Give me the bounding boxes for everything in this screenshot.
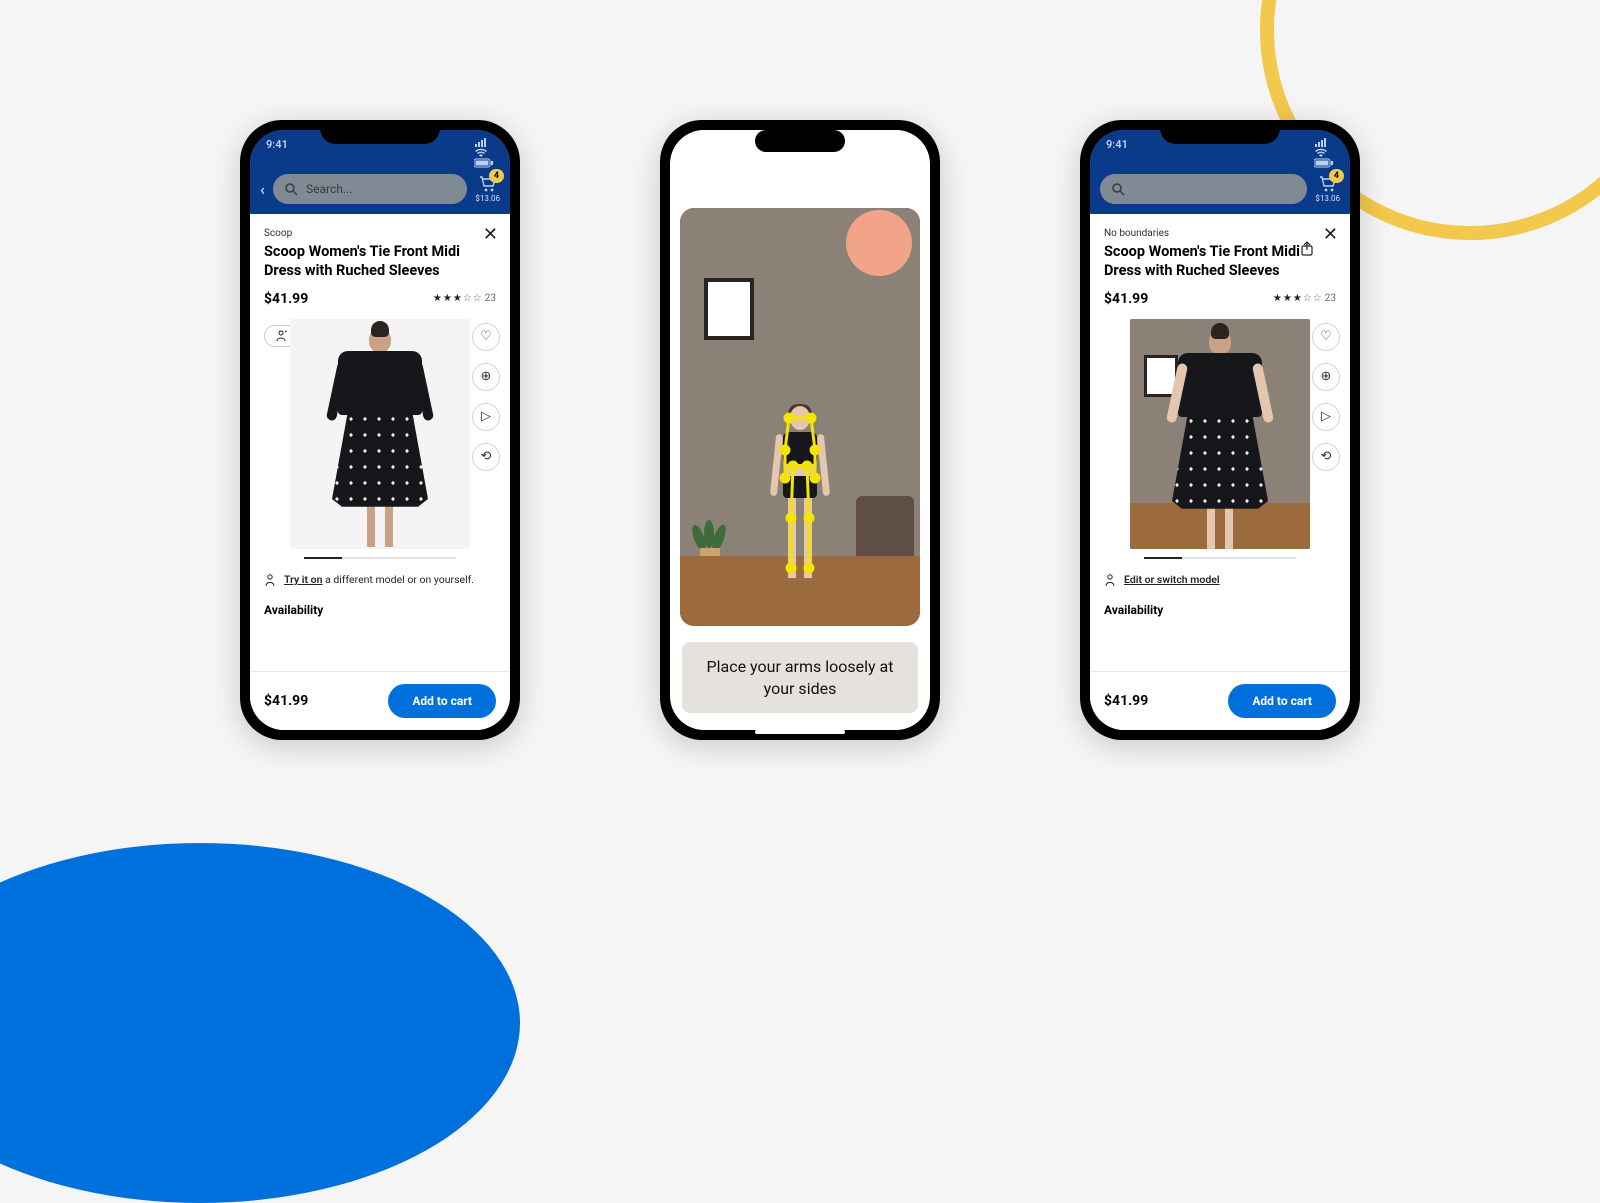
close-button[interactable]: ✕ [483, 224, 498, 245]
search-input[interactable]: Search... [273, 174, 467, 204]
cart-total: $13.06 [1315, 194, 1340, 203]
add-to-cart-button[interactable]: Add to cart [1228, 684, 1336, 718]
cart-total: $13.06 [475, 194, 500, 203]
footer-price: $41.99 [1104, 693, 1148, 709]
sparkle-person-icon [275, 330, 287, 342]
search-placeholder: Search... [306, 182, 352, 196]
search-icon [1112, 183, 1125, 196]
edit-model-line[interactable]: Edit or switch model [1104, 573, 1336, 587]
cart-badge: 4 [1329, 169, 1344, 183]
sparkle-person-icon [1104, 573, 1118, 587]
search-input[interactable] [1100, 174, 1307, 204]
phone-notch [320, 120, 440, 144]
camera-viewport[interactable] [680, 208, 920, 626]
status-time: 9:41 [266, 138, 288, 168]
help-icon[interactable]: ? [894, 180, 916, 198]
image-pager[interactable] [1144, 557, 1296, 559]
sparkle-person-icon [264, 573, 278, 587]
close-button[interactable]: ✕ [684, 182, 706, 197]
footer-price: $41.99 [264, 693, 308, 709]
tryon-image-area: ♡ ⊕ ▷ ⟲ [1104, 319, 1336, 549]
battery-icon [474, 158, 494, 168]
image-action-icons: ♡ ⊕ ▷ ⟲ [472, 323, 500, 471]
availability-heading: Availability [264, 603, 496, 617]
wifi-icon [474, 148, 488, 158]
buy-bar: $41.99 Add to cart [250, 671, 510, 730]
phone-camera: ✕ Take a Photo ? [660, 120, 940, 740]
cart-button[interactable]: 4 $13.06 [475, 175, 500, 203]
back-button[interactable]: ‹ [260, 180, 265, 199]
camera-flip-icon[interactable] [872, 181, 894, 197]
status-time: 9:41 [1106, 138, 1128, 168]
signal-icon [1314, 138, 1328, 148]
camera-hint: Place your arms loosely at your sides [682, 642, 918, 713]
availability-heading: Availability [1104, 603, 1336, 617]
product-image-area: Try it on ♡ ⊕ ▷ ⟲ [264, 319, 496, 549]
product-brand: No boundaries [1104, 228, 1336, 239]
heart-icon[interactable]: ♡ [472, 323, 500, 351]
home-indicator [755, 730, 845, 734]
product-image[interactable] [290, 319, 470, 549]
tryon-image[interactable] [1130, 319, 1310, 549]
add-to-cart-button[interactable]: Add to cart [388, 684, 496, 718]
camera-subject [765, 404, 835, 578]
product-price: $41.99 [1104, 291, 1148, 307]
wifi-icon [1314, 148, 1328, 158]
search-icon [285, 183, 298, 196]
battery-icon [1314, 158, 1334, 168]
cart-badge: 4 [489, 169, 504, 183]
image-action-icons: ♡ ⊕ ▷ ⟲ [1312, 323, 1340, 471]
sound-icon[interactable] [706, 181, 728, 197]
camera-title: Take a Photo [728, 182, 872, 197]
buy-bar: $41.99 Add to cart [1090, 671, 1350, 730]
status-indicators [1314, 138, 1334, 168]
heart-icon[interactable]: ♡ [1312, 323, 1340, 351]
phone-notch [1160, 120, 1280, 144]
play-icon[interactable]: ▷ [472, 403, 500, 431]
product-rating[interactable]: ★★★☆☆23 [1273, 293, 1336, 304]
zoom-icon[interactable]: ⊕ [472, 363, 500, 391]
refresh-icon[interactable]: ⟲ [1312, 443, 1340, 471]
product-title: Scoop Women's Tie Front Midi Dress with … [264, 243, 474, 281]
product-brand: Scoop [264, 228, 496, 239]
decor-blob [0, 843, 520, 1203]
zoom-icon[interactable]: ⊕ [1312, 363, 1340, 391]
camera-top-bar: ✕ Take a Photo ? [670, 166, 930, 208]
refresh-icon[interactable]: ⟲ [472, 443, 500, 471]
product-price: $41.99 [264, 291, 308, 307]
svg-text:?: ? [903, 185, 908, 196]
product-title: Scoop Women's Tie Front Midi Dress with … [1104, 243, 1314, 281]
product-panel: ✕ No boundaries Scoop Women's Tie Front … [1090, 214, 1350, 671]
status-indicators [474, 138, 494, 168]
try-it-on-line[interactable]: Try it on a different model or on yourse… [264, 573, 496, 587]
product-panel: ✕ Scoop Scoop Women's Tie Front Midi Dre… [250, 214, 510, 671]
phone-notch [755, 130, 845, 152]
phone-product-page: 9:41 ‹ Search... 4 $13.06 [240, 120, 520, 740]
phone-try-on-result: 9:41 4 $13.06 ✕ No boundari [1080, 120, 1360, 740]
share-icon[interactable] [1300, 241, 1314, 257]
image-pager[interactable] [304, 557, 456, 559]
close-button[interactable]: ✕ [1323, 224, 1338, 245]
play-icon[interactable]: ▷ [1312, 403, 1340, 431]
cart-button[interactable]: 4 $13.06 [1315, 175, 1340, 203]
signal-icon [474, 138, 488, 148]
product-rating[interactable]: ★★★☆☆23 [433, 293, 496, 304]
